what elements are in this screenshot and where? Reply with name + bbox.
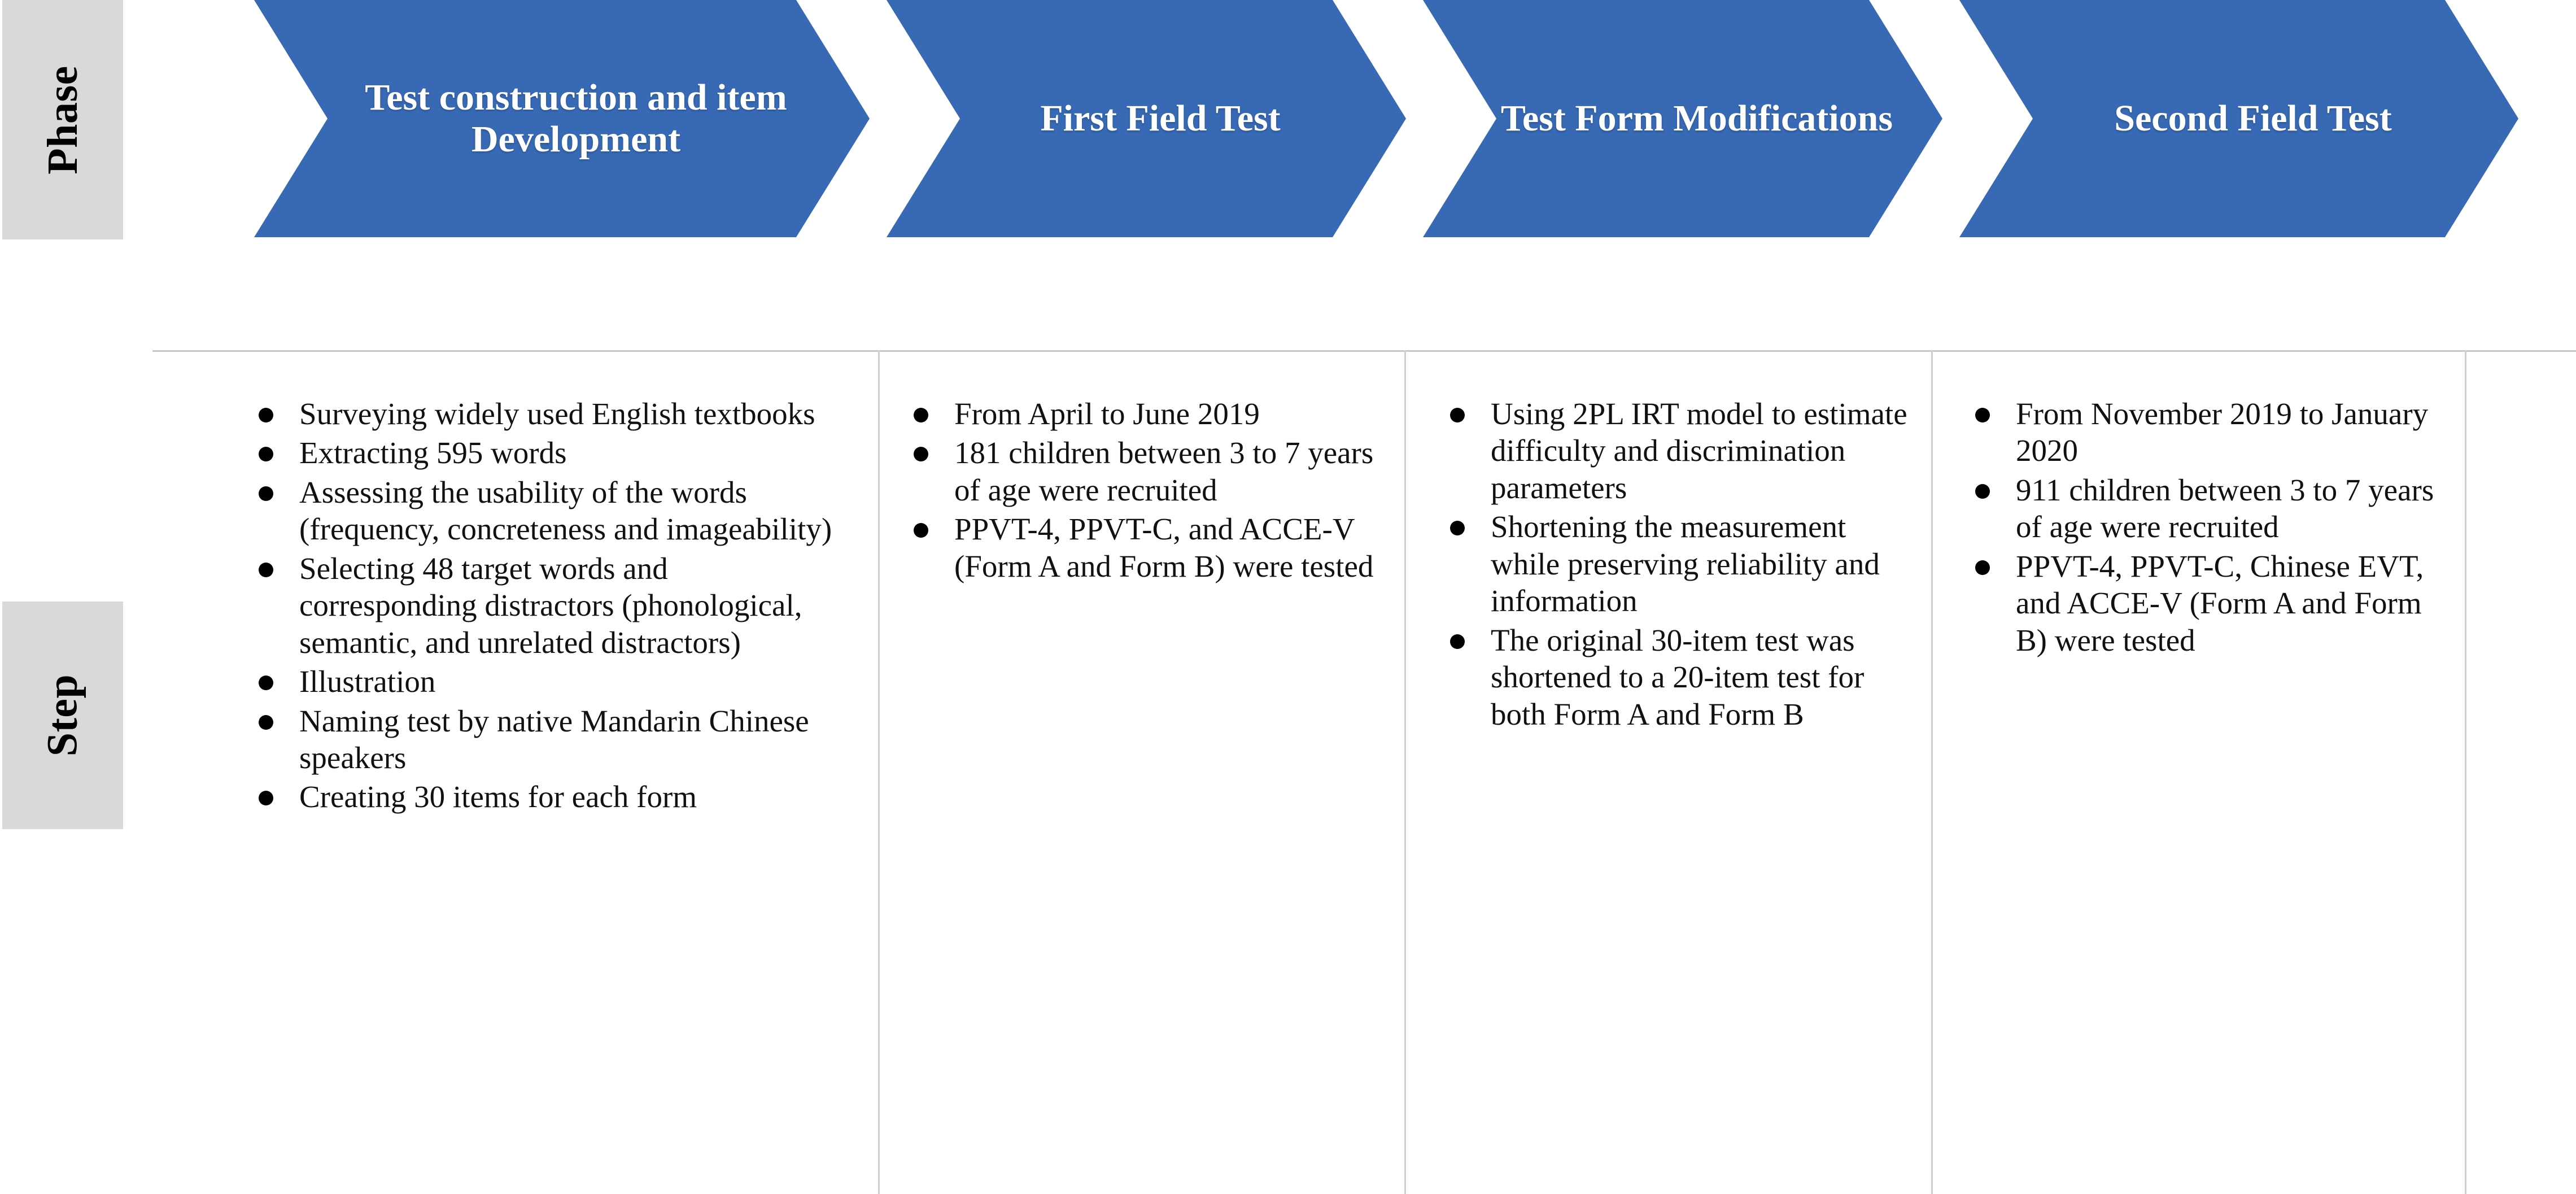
step-column-4: From November 2019 to January 2020 911 c… [1959, 395, 2456, 661]
list-item-text: Naming test by native Mandarin Chinese s… [299, 703, 809, 775]
bullet-dot-icon [1975, 560, 1990, 575]
step-column-1-list: Surveying widely used English textbooks … [243, 395, 853, 816]
phase-chevron-2-title: First Field Test [1040, 98, 1281, 140]
column-divider-3 [1931, 350, 1933, 1194]
step-row-label-text: Step [38, 674, 86, 757]
list-item-text: The original 30-item test was shortened … [1491, 622, 1865, 731]
list-item: Using 2PL IRT model to estimate difficul… [1434, 395, 1914, 506]
bullet-dot-icon [259, 791, 273, 806]
list-item-text: Creating 30 items for each form [299, 779, 697, 814]
step-section-top-rule [152, 350, 2576, 352]
list-item: Creating 30 items for each form [243, 778, 853, 815]
step-column-2: From April to June 2019 181 children bet… [898, 395, 1383, 587]
step-column-1: Surveying widely used English textbooks … [243, 395, 853, 818]
list-item: From November 2019 to January 2020 [1959, 395, 2456, 469]
phase-chevron-1: Test construction and item Development [254, 0, 870, 237]
phase-chevron-1-title: Test construction and item Development [365, 77, 787, 160]
bullet-dot-icon [259, 714, 273, 730]
list-item: From April to June 2019 [898, 395, 1383, 432]
list-item: 181 children between 3 to 7 years of age… [898, 434, 1383, 508]
list-item-text: 911 children between 3 to 7 years of age… [2016, 472, 2434, 544]
bullet-dot-icon [259, 408, 273, 422]
list-item: Surveying widely used English textbooks [243, 395, 853, 432]
list-item-text: PPVT-4, PPVT-C, and ACCE-V (Form A and F… [954, 512, 1374, 583]
list-item-text: Using 2PL IRT model to estimate difficul… [1491, 396, 1907, 505]
phase-chevron-4-title: Second Field Test [2114, 98, 2392, 140]
list-item: Illustration [243, 663, 853, 700]
column-divider-4 [2465, 350, 2466, 1194]
step-column-3-list: Using 2PL IRT model to estimate difficul… [1434, 395, 1914, 733]
list-item: PPVT-4, PPVT-C, Chinese EVT, and ACCE-V … [1959, 548, 2456, 659]
list-item-text: Illustration [299, 664, 436, 699]
phase-chevron-2: First Field Test [887, 0, 1406, 237]
list-item-text: Surveying widely used English textbooks [299, 396, 815, 431]
step-column-4-list: From November 2019 to January 2020 911 c… [1959, 395, 2456, 659]
process-flow-diagram: Phase Step Test construction and item De… [0, 0, 2576, 1194]
list-item-text: Selecting 48 target words and correspond… [299, 551, 802, 660]
bullet-dot-icon [259, 562, 273, 577]
bullet-dot-icon [1450, 634, 1465, 649]
bullet-dot-icon [259, 447, 273, 462]
list-item-text: PPVT-4, PPVT-C, Chinese EVT, and ACCE-V … [2016, 548, 2424, 657]
bullet-dot-icon [914, 523, 928, 538]
bullet-dot-icon [914, 447, 928, 462]
list-item: Extracting 595 words [243, 434, 853, 471]
step-column-3: Using 2PL IRT model to estimate difficul… [1434, 395, 1914, 735]
list-item: The original 30-item test was shortened … [1434, 622, 1914, 733]
phase-chevron-3-title: Test Form Modifications [1500, 98, 1893, 140]
phase-chevron-4: Second Field Test [1959, 0, 2518, 237]
list-item: PPVT-4, PPVT-C, and ACCE-V (Form A and F… [898, 511, 1383, 585]
bullet-dot-icon [1975, 408, 1990, 422]
list-item: Assessing the usability of the words (fr… [243, 474, 853, 548]
list-item: Shortening the measurement while preserv… [1434, 508, 1914, 619]
bullet-dot-icon [1450, 408, 1465, 422]
bullet-dot-icon [259, 676, 273, 691]
bullet-dot-icon [1450, 521, 1465, 536]
step-column-2-list: From April to June 2019 181 children bet… [898, 395, 1383, 585]
list-item-text: 181 children between 3 to 7 years of age… [954, 435, 1374, 507]
list-item-text: From April to June 2019 [954, 396, 1260, 431]
list-item-text: Assessing the usability of the words (fr… [299, 474, 832, 547]
list-item-text: From November 2019 to January 2020 [2016, 396, 2429, 468]
bullet-dot-icon [259, 486, 273, 501]
list-item: 911 children between 3 to 7 years of age… [1959, 472, 2456, 546]
bullet-dot-icon [914, 408, 928, 422]
phase-chevron-band: Test construction and item Development F… [0, 0, 2576, 249]
phase-chevron-3: Test Form Modifications [1423, 0, 1942, 237]
list-item: Selecting 48 target words and correspond… [243, 550, 853, 661]
column-divider-1 [878, 350, 880, 1194]
step-row-label: Step [2, 602, 123, 829]
column-divider-2 [1404, 350, 1406, 1194]
list-item: Naming test by native Mandarin Chinese s… [243, 703, 853, 777]
bullet-dot-icon [1975, 483, 1990, 499]
list-item-text: Shortening the measurement while preserv… [1491, 509, 1880, 618]
list-item-text: Extracting 595 words [299, 435, 567, 470]
